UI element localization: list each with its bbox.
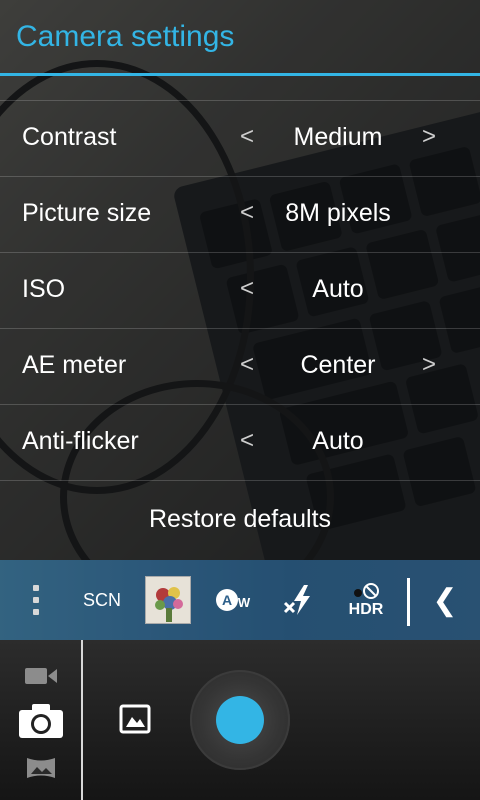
video-mode-icon[interactable] xyxy=(12,656,70,696)
quick-settings-toolbar: SCN A W HDR ❮ xyxy=(0,560,480,640)
setting-label: Contrast xyxy=(22,123,117,151)
white-balance-icon[interactable]: A W xyxy=(212,560,256,640)
shutter-button-core xyxy=(216,696,264,744)
page-title: Camera settings xyxy=(16,20,235,53)
mode-switcher xyxy=(0,640,81,800)
setting-value: Auto xyxy=(312,427,364,455)
next-value-button[interactable]: > xyxy=(418,351,440,379)
toolbar-divider xyxy=(407,578,410,626)
header-divider xyxy=(0,73,480,76)
color-effect-icon[interactable] xyxy=(145,560,191,640)
restore-defaults-label: Restore defaults xyxy=(148,505,332,533)
setting-row-anti-flicker[interactable]: Anti-flicker < Auto xyxy=(0,404,480,481)
setting-label: Anti-flicker xyxy=(22,427,139,455)
overflow-menu-icon[interactable] xyxy=(18,560,54,640)
mode-divider xyxy=(81,640,83,800)
previous-value-button[interactable]: < xyxy=(236,351,258,379)
collapse-icon[interactable]: ❮ xyxy=(428,560,462,640)
previous-value-button[interactable]: < xyxy=(236,427,258,455)
scene-mode-icon[interactable]: SCN xyxy=(76,560,128,640)
scene-mode-label: SCN xyxy=(82,589,121,610)
shutter-button[interactable] xyxy=(190,670,290,770)
settings-header: Camera settings xyxy=(0,0,480,76)
hdr-label: HDR xyxy=(348,601,384,618)
setting-row-ae-meter[interactable]: AE meter < Center > xyxy=(0,328,480,405)
previous-value-button[interactable]: < xyxy=(236,275,258,303)
previous-value-button[interactable]: < xyxy=(236,123,258,151)
svg-text:A: A xyxy=(222,592,232,608)
setting-value: Medium xyxy=(293,123,383,151)
restore-defaults-button[interactable]: Restore defaults xyxy=(0,480,480,561)
camera-settings-panel: Camera settings Contrast < Medium > Pict… xyxy=(0,0,480,560)
setting-row-picture-size[interactable]: Picture size < 8M pixels xyxy=(0,176,480,253)
svg-text:W: W xyxy=(238,595,251,610)
camera-controls xyxy=(0,640,480,800)
setting-label: AE meter xyxy=(22,351,127,379)
setting-label: ISO xyxy=(22,275,66,303)
hdr-off-icon[interactable]: HDR xyxy=(344,560,388,640)
panorama-mode-icon[interactable] xyxy=(12,748,70,788)
previous-value-button[interactable]: < xyxy=(236,199,258,227)
setting-row-iso[interactable]: ISO < Auto xyxy=(0,252,480,329)
next-value-button[interactable]: > xyxy=(418,123,440,151)
collapse-glyph: ❮ xyxy=(432,583,458,617)
setting-label: Picture size xyxy=(22,199,152,227)
gallery-icon[interactable] xyxy=(118,702,152,736)
setting-value: Center xyxy=(300,351,376,379)
setting-value: Auto xyxy=(312,275,364,303)
flash-off-icon[interactable] xyxy=(278,560,322,640)
setting-row-contrast[interactable]: Contrast < Medium > xyxy=(0,100,480,177)
photo-mode-icon[interactable] xyxy=(12,698,70,744)
setting-value: 8M pixels xyxy=(285,199,391,227)
